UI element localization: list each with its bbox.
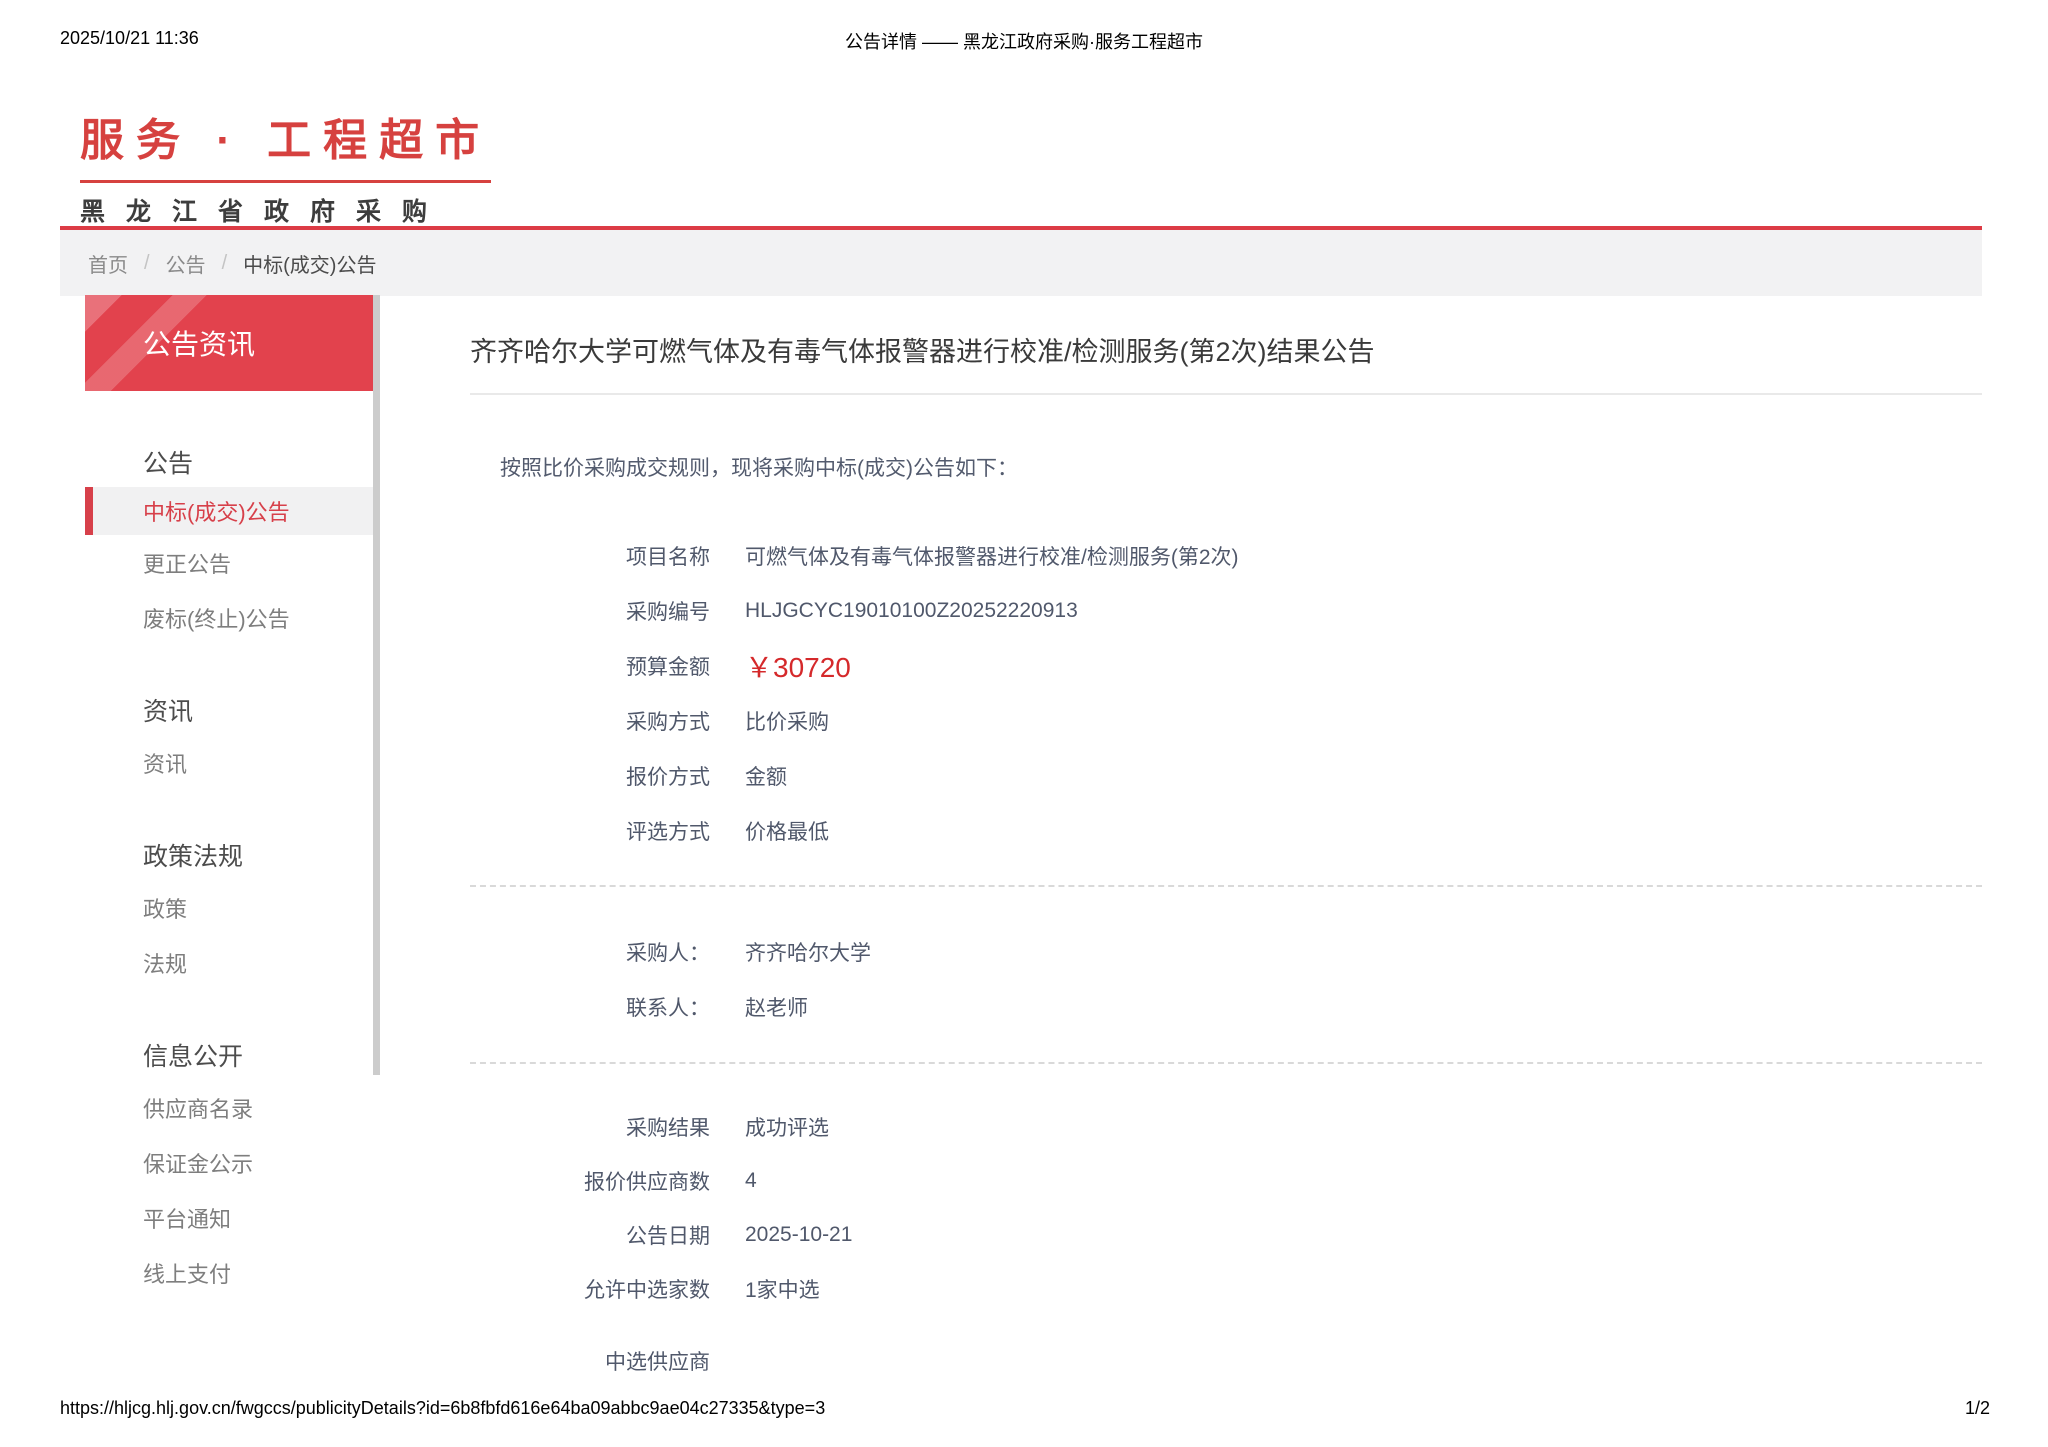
site-logo[interactable]: 服务 · 工程超市 黑龙江省政府采购	[80, 104, 492, 228]
sidebar-item-award-announcements[interactable]: 中标(成交)公告	[85, 487, 373, 535]
print-source-url: https://hljcg.hlj.gov.cn/fwgccs/publicit…	[60, 1398, 826, 1418]
field-label: 报价供应商数	[584, 1171, 710, 1194]
breadcrumb: 首页 / 公告 / 中标(成交)公告	[60, 230, 1982, 296]
field-group-buyer: 采购人： 齐齐哈尔大学 联系人： 赵老师	[470, 924, 1980, 1034]
sidebar-scrollbar[interactable]	[373, 295, 380, 1075]
field-value: 成功评选	[745, 1117, 829, 1140]
breadcrumb-separator: /	[144, 251, 150, 274]
sidebar-item-online-payment[interactable]: 线上支付	[85, 1245, 373, 1300]
field-label: 采购方式	[626, 710, 710, 734]
sidebar-item-correction-announcements[interactable]: 更正公告	[85, 535, 373, 590]
intro-text: 按照比价采购成交规则，现将采购中标(成交)公告如下：	[500, 457, 1018, 480]
field-label: 采购编号	[626, 600, 710, 624]
field-value: 比价采购	[745, 710, 829, 734]
field-row-procurement-number: 采购编号 HLJGCYC19010100Z20252220913	[470, 583, 1980, 638]
breadcrumb-announcements[interactable]: 公告	[166, 249, 206, 278]
field-label: 报价方式	[626, 765, 710, 789]
field-row-budget: 预算金额 ￥30720	[470, 638, 1980, 693]
sidebar-heading-announcements[interactable]: 公告	[85, 437, 373, 487]
field-value: 可燃气体及有毒气体报警器进行校准/检测服务(第2次)	[745, 545, 1239, 569]
field-row-result: 采购结果 成功评选	[470, 1100, 1980, 1154]
sidebar-heading-policies[interactable]: 政策法规	[85, 830, 373, 880]
field-row-winning-supplier: 中选供应商	[470, 1333, 1980, 1388]
print-page-number: 1/2	[1964, 1398, 1990, 1418]
field-row-supplier-count: 报价供应商数 4	[470, 1154, 1980, 1208]
sidebar: 公告资讯 公告 中标(成交)公告 更正公告 废标(终止)公告 资讯 资讯 政策法…	[85, 295, 380, 1300]
field-label: 中选供应商	[605, 1350, 710, 1374]
field-label: 联系人：	[626, 996, 710, 1020]
budget-amount: ￥30720	[745, 651, 851, 683]
logo-main-text: 服务 · 工程超市	[80, 104, 492, 183]
field-label: 允许中选家数	[584, 1279, 710, 1302]
field-row-announcement-date: 公告日期 2025-10-21	[470, 1208, 1980, 1262]
page: 2025/10/21 11:36 公告详情 —— 黑龙江政府采购·服务工程超市 …	[0, 0, 2048, 1447]
field-row-project-name: 项目名称 可燃气体及有毒气体报警器进行校准/检测服务(第2次)	[470, 528, 1980, 583]
sidebar-item-deposit-publicity[interactable]: 保证金公示	[85, 1135, 373, 1190]
field-label: 采购人：	[626, 941, 710, 965]
page-title: 齐齐哈尔大学可燃气体及有毒气体报警器进行校准/检测服务(第2次)结果公告	[470, 337, 1375, 367]
field-row-allowed-winners: 允许中选家数 1家中选	[470, 1262, 1980, 1316]
sidebar-panel-title: 公告资讯	[85, 295, 373, 391]
sidebar-item-supplier-directory[interactable]: 供应商名录	[85, 1080, 373, 1135]
sidebar-item-policy[interactable]: 政策	[85, 880, 373, 935]
field-label: 项目名称	[626, 545, 710, 569]
title-divider	[470, 393, 1982, 395]
sidebar-item-news[interactable]: 资讯	[85, 735, 373, 790]
field-label: 预算金额	[626, 655, 710, 679]
breadcrumb-home[interactable]: 首页	[88, 249, 128, 278]
field-value: 赵老师	[745, 996, 808, 1020]
field-value: 齐齐哈尔大学	[745, 941, 871, 965]
field-row-procurement-method: 采购方式 比价采购	[470, 693, 1980, 748]
sidebar-item-cancelled-announcements[interactable]: 废标(终止)公告	[85, 590, 373, 645]
field-group-result: 采购结果 成功评选 报价供应商数 4 公告日期 2025-10-21 允许中选家…	[470, 1100, 1980, 1316]
field-group-winner: 中选供应商	[470, 1333, 1980, 1388]
field-row-quote-method: 报价方式 金额	[470, 748, 1980, 803]
section-divider	[470, 885, 1982, 887]
breadcrumb-current: 中标(成交)公告	[243, 254, 377, 277]
field-group-project: 项目名称 可燃气体及有毒气体报警器进行校准/检测服务(第2次) 采购编号 HLJ…	[470, 528, 1980, 858]
section-divider	[470, 1062, 1982, 1064]
sidebar-item-platform-notices[interactable]: 平台通知	[85, 1190, 373, 1245]
field-row-contact: 联系人： 赵老师	[470, 979, 1980, 1034]
sidebar-heading-disclosure[interactable]: 信息公开	[85, 1030, 373, 1080]
field-row-buyer: 采购人： 齐齐哈尔大学	[470, 924, 1980, 979]
field-label: 公告日期	[626, 1225, 710, 1248]
field-value: 2025-10-21	[745, 1223, 853, 1246]
sidebar-item-regulations[interactable]: 法规	[85, 935, 373, 990]
field-value: HLJGCYC19010100Z20252220913	[745, 598, 1078, 622]
field-value: 金额	[745, 765, 787, 789]
field-value: 价格最低	[745, 820, 829, 844]
field-label: 采购结果	[626, 1117, 710, 1140]
print-datetime: 2025/10/21 11:36	[60, 28, 199, 48]
sidebar-heading-news[interactable]: 资讯	[85, 685, 373, 735]
print-doc-title: 公告详情 —— 黑龙江政府采购·服务工程超市	[845, 32, 1203, 52]
breadcrumb-separator: /	[221, 251, 228, 274]
field-value: 1家中选	[745, 1279, 820, 1302]
field-row-selection-method: 评选方式 价格最低	[470, 803, 1980, 858]
logo-sub-text: 黑龙江省政府采购	[80, 198, 449, 226]
field-value: 4	[745, 1169, 757, 1192]
field-label: 评选方式	[626, 820, 710, 844]
